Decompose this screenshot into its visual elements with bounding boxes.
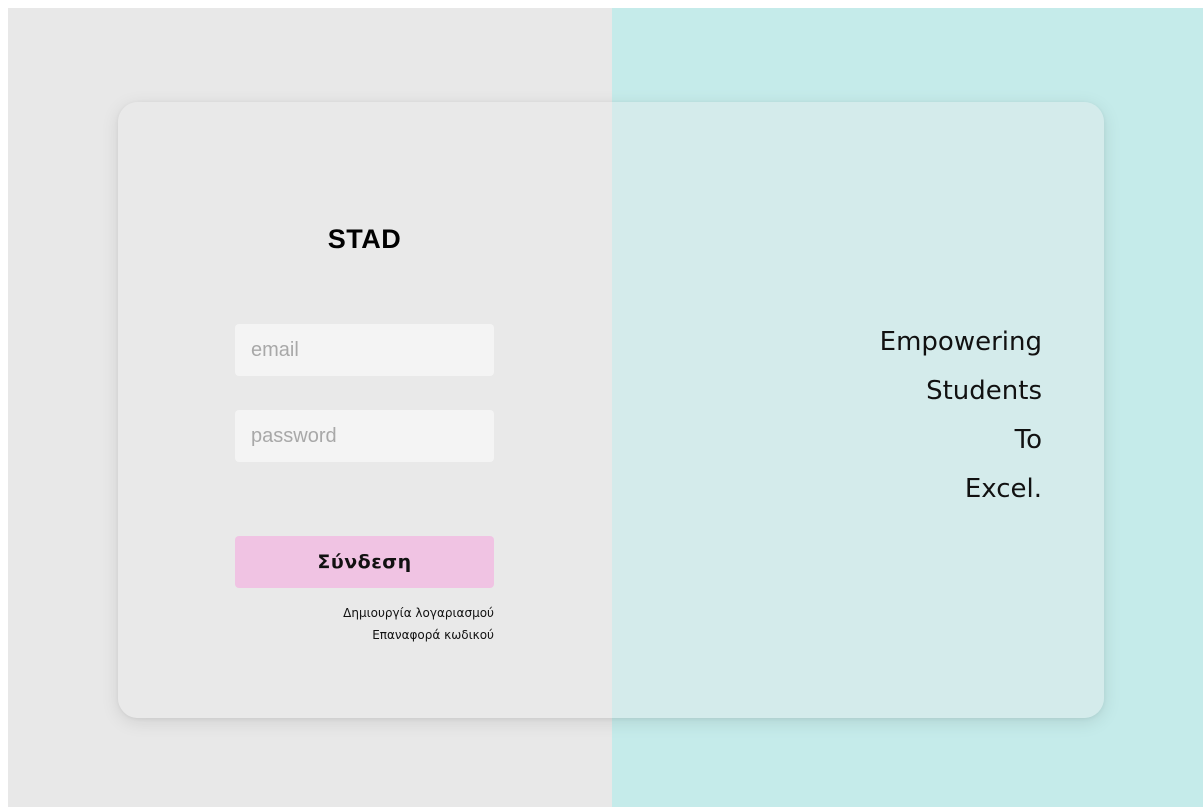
tagline-panel: Empowering Students To Excel. bbox=[612, 102, 1104, 718]
login-card: STAD Σύνδεση Δημιουργία λογαριασμού Επαν… bbox=[118, 102, 1104, 718]
tagline-line: Students bbox=[926, 376, 1042, 406]
login-button[interactable]: Σύνδεση bbox=[235, 536, 494, 588]
tagline-line: Empowering bbox=[879, 327, 1042, 357]
brand-title: STAD bbox=[327, 224, 402, 254]
page-frame: STAD Σύνδεση Δημιουργία λογαριασμού Επαν… bbox=[8, 8, 1203, 807]
tagline-line: Excel. bbox=[964, 474, 1042, 504]
email-input[interactable] bbox=[235, 324, 494, 376]
reset-password-link[interactable]: Επαναφορά κωδικού bbox=[235, 624, 494, 646]
login-panel: STAD Σύνδεση Δημιουργία λογαριασμού Επαν… bbox=[118, 102, 612, 718]
tagline: Empowering Students To Excel. bbox=[612, 318, 1042, 514]
account-links: Δημιουργία λογαριασμού Επαναφορά κωδικού bbox=[235, 602, 494, 646]
tagline-line: To bbox=[1014, 425, 1042, 455]
create-account-link[interactable]: Δημιουργία λογαριασμού bbox=[235, 602, 494, 624]
password-input[interactable] bbox=[235, 410, 494, 462]
